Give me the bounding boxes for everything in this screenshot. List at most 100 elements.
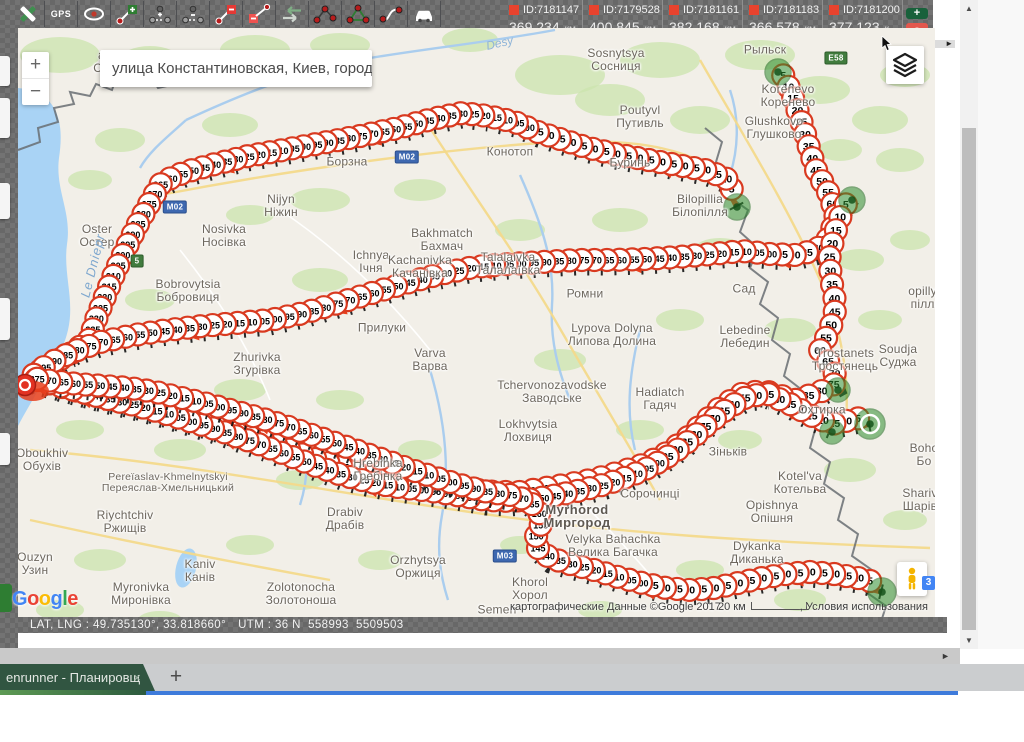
route-color-swatch	[589, 5, 599, 15]
forest-patch	[883, 510, 927, 530]
left-strip-green-button[interactable]	[0, 584, 12, 612]
pegman-count-badge: 3	[922, 576, 935, 590]
vertical-scrollbar[interactable]: ▲ ▼	[960, 0, 978, 649]
coordinates-status-bar: LAT, LNG : 49.735130°, 33.818660° UTM : …	[18, 617, 947, 633]
new-tab-button[interactable]: +	[160, 664, 192, 691]
close-loop-button[interactable]	[342, 1, 375, 27]
delete-route-segment-icon	[247, 2, 271, 26]
routes-layer: 5101520253035404550556065707580859095100…	[23, 64, 882, 601]
route-tab-header: ID:7181200	[829, 3, 897, 16]
forest-patch	[292, 268, 348, 292]
reverse-route-button[interactable]	[276, 1, 309, 27]
route-tab-header: ID:7181183	[749, 3, 817, 16]
route-id-label: ID:7181200	[843, 4, 900, 16]
left-toolbar-strip	[0, 28, 18, 648]
remove-point-icon	[181, 2, 205, 26]
forest-patch	[56, 420, 104, 440]
search-input[interactable]: улица Константиновская, Киев, город ...	[100, 50, 372, 87]
river	[730, 90, 737, 175]
smooth-route-icon	[379, 2, 403, 26]
google-logo-letter: o	[27, 588, 39, 610]
route-color-swatch	[509, 5, 519, 15]
car-routing-button[interactable]	[408, 1, 441, 27]
route-points-button[interactable]	[309, 1, 342, 27]
zoom-in-button[interactable]: +	[22, 52, 49, 78]
add-segment-button[interactable]	[111, 1, 144, 27]
route-start-marker[interactable]	[826, 378, 850, 402]
forest-patch	[226, 205, 274, 225]
route-color-swatch	[829, 5, 839, 15]
forest-patch	[125, 289, 175, 311]
forest-patch	[836, 249, 884, 271]
terms-label[interactable]: Условия использования	[806, 601, 928, 613]
delete-route-segment-button[interactable]	[243, 1, 276, 27]
horizontal-scrollbar[interactable]: ►	[0, 648, 960, 664]
forest-patch	[154, 439, 206, 461]
route-tab-header: ID:7179528	[589, 3, 657, 16]
river	[140, 120, 186, 168]
map-svg: 5101520253035404550556065707580859095100…	[18, 28, 935, 632]
browser-tab[interactable]: enrunner - Планировщ ×	[0, 664, 155, 691]
insert-point-button[interactable]	[144, 1, 177, 27]
forest-patch	[202, 113, 258, 137]
layers-icon	[891, 51, 919, 79]
left-strip-button[interactable]	[0, 56, 10, 86]
forest-patch	[656, 309, 704, 331]
forest-patch	[592, 208, 648, 232]
add-segment-icon	[115, 2, 139, 26]
forest-patch	[290, 188, 350, 212]
forest-patch	[670, 106, 730, 134]
remove-point-button[interactable]	[177, 1, 210, 27]
forest-patch	[852, 106, 908, 134]
tab-close-icon[interactable]: ×	[133, 664, 141, 691]
forest-patch	[718, 430, 762, 450]
map-canvas[interactable]: 5101520253035404550556065707580859095100…	[18, 28, 935, 632]
map-zoom-control: + −	[22, 52, 49, 105]
close-loop-icon	[346, 2, 370, 26]
google-logo-letter: o	[39, 588, 51, 610]
map-attribution: картографические Данные ©Google 2017	[510, 601, 721, 613]
route-start-marker[interactable]	[855, 409, 885, 439]
add-route-button[interactable]: +	[906, 8, 928, 19]
road-badge: 5	[131, 255, 144, 268]
left-strip-button[interactable]	[0, 433, 10, 465]
forest-patch	[876, 148, 924, 172]
latlng-readout: LAT, LNG : 49.735130°, 33.818660°	[30, 619, 226, 631]
gps-import-button[interactable]: GPS	[45, 1, 78, 27]
route-start-marker[interactable]	[839, 187, 865, 213]
route-id-label: ID:7181147	[523, 4, 579, 16]
forest-patch	[858, 310, 902, 330]
forest-patch	[316, 390, 364, 410]
scroll-right-icon[interactable]: ►	[941, 651, 950, 661]
forest-patch	[620, 42, 700, 78]
browser-tab-title: enrunner - Планировщ	[6, 670, 140, 685]
forest-patch	[95, 128, 145, 152]
forest-patch	[890, 230, 930, 250]
google-logo: Google	[12, 588, 78, 611]
draw-tools-icon	[16, 2, 40, 26]
left-strip-button[interactable]	[0, 298, 10, 340]
road-badge: M02	[395, 151, 419, 164]
google-logo-letter: G	[12, 588, 27, 610]
scroll-right-icon[interactable]: ►	[945, 39, 953, 48]
forest-patch	[818, 139, 862, 161]
route-start-marker[interactable]	[724, 194, 750, 220]
pegman-icon	[904, 567, 920, 591]
left-strip-button[interactable]	[0, 98, 10, 138]
left-strip-button[interactable]	[0, 183, 10, 219]
scroll-down-icon[interactable]: ▼	[960, 636, 978, 645]
road-badge: M03	[493, 550, 517, 563]
utm-readout: UTM : 36 N 558993 5509503	[238, 619, 404, 631]
route-start-marker[interactable]	[765, 59, 791, 85]
visibility-button[interactable]	[78, 1, 111, 27]
smooth-route-button[interactable]	[375, 1, 408, 27]
page-right-margin	[978, 0, 1024, 649]
terms-link[interactable]: , Условия использования	[800, 601, 928, 613]
draw-tools-button[interactable]	[12, 1, 45, 27]
route-start-marker[interactable]	[820, 420, 844, 444]
visibility-icon	[82, 2, 106, 26]
zoom-out-button[interactable]: −	[22, 78, 49, 105]
vertical-scroll-thumb[interactable]	[962, 128, 976, 630]
scroll-up-icon[interactable]: ▲	[960, 4, 978, 13]
delete-segment-button[interactable]	[210, 1, 243, 27]
